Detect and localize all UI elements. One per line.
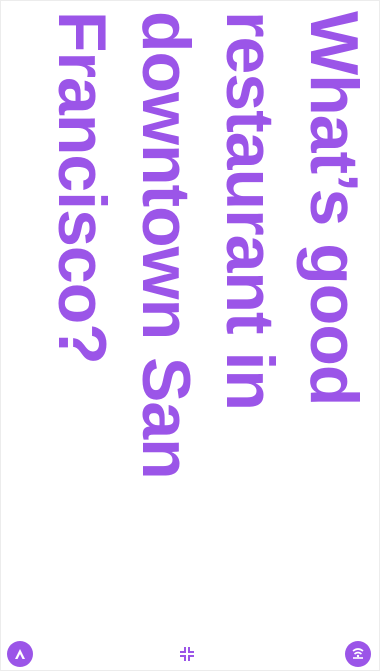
query-text: What’s good restaurant in downtown San F… (40, 11, 376, 611)
voice-waves-icon (350, 646, 366, 662)
collapse-button[interactable] (178, 645, 196, 663)
assistant-logo-icon (13, 647, 27, 661)
query-display: What’s good restaurant in downtown San F… (26, 11, 376, 611)
query-line-1: What’s good (296, 11, 372, 406)
assistant-button[interactable] (7, 641, 33, 667)
screen: What’s good restaurant in downtown San F… (0, 0, 380, 671)
query-line-2: restaurant in (212, 11, 288, 410)
query-line-4: Francisco? (44, 11, 120, 364)
collapse-arrows-icon (179, 646, 195, 662)
query-line-3: downtown San (128, 11, 204, 479)
voice-button[interactable] (345, 641, 371, 667)
